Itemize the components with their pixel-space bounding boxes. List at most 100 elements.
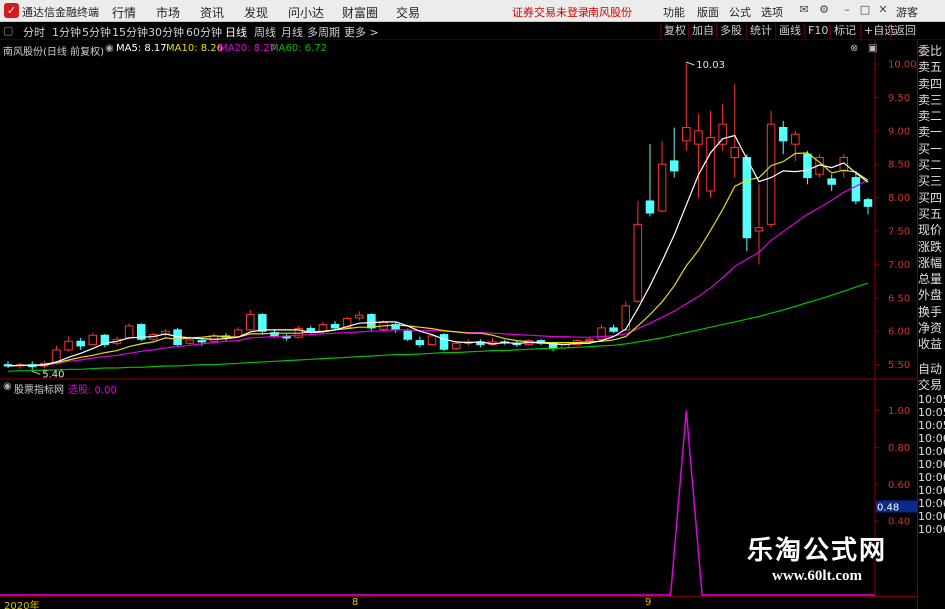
tick-time-2: 10:05	[918, 419, 945, 433]
toolbar-toggle-icon[interactable]: ▢	[3, 24, 13, 37]
period-daily[interactable]: 日线	[225, 24, 247, 40]
minimize-icon[interactable]: –	[840, 3, 854, 17]
period-weekly[interactable]: 周线	[254, 24, 276, 40]
btn-f10[interactable]: F10	[804, 23, 831, 39]
quote-field-10: 买五	[918, 206, 943, 221]
menu-gongshi[interactable]: 公式	[729, 4, 751, 20]
tick-time-7: 10:06	[918, 484, 945, 498]
candle-body	[451, 342, 461, 350]
candle-body	[657, 163, 667, 212]
menu-xuanxiang[interactable]: 选项	[761, 4, 783, 20]
guest-account[interactable]: 游客	[896, 4, 918, 20]
period-fenshi[interactable]: 分时	[23, 24, 45, 40]
period-monthly[interactable]: 月线	[281, 24, 303, 40]
y-tick-label: 5.50	[888, 360, 910, 371]
tick-time-5: 10:06	[918, 458, 945, 472]
candle-body	[585, 338, 594, 342]
btn-jiazi[interactable]: 加自	[688, 23, 717, 39]
mail-icon[interactable]: ✉	[797, 3, 811, 17]
trade-field-1: 交易	[918, 377, 943, 392]
menu-banmian[interactable]: 版面	[697, 4, 719, 20]
period-multi[interactable]: 多周期	[307, 24, 340, 40]
trade-field-0: 自动	[918, 361, 943, 376]
quote-field-3: 卖三	[918, 92, 943, 107]
legend-ma10: MA10: 8.26	[166, 43, 224, 54]
tick-time-6: 10:06	[918, 471, 945, 485]
menu-shichang[interactable]: 市场	[156, 4, 180, 21]
period-15min[interactable]: 15分钟	[112, 24, 148, 40]
sub-chart-title: 股票指标网	[14, 385, 64, 396]
app-title: 通达信金融终端	[22, 6, 99, 19]
candle-body	[791, 133, 800, 145]
trade-login-notice[interactable]: 证券交易未登录	[512, 4, 589, 20]
sub-current-value: 0.48	[877, 502, 899, 513]
btn-duogu[interactable]: 多股	[716, 23, 745, 39]
legend-settings-icon[interactable]: ◉	[105, 43, 114, 54]
chart-maximize-icon[interactable]: ▣	[868, 43, 877, 54]
menu-gongneng[interactable]: 功能	[663, 4, 685, 20]
sub-y-tick-label: 0.60	[888, 480, 910, 491]
chart-close-icon[interactable]: ⊗	[850, 43, 858, 54]
period-60min[interactable]: 60分钟	[186, 24, 222, 40]
btn-biaoji[interactable]: 标记	[830, 23, 859, 39]
tick-time-4: 10:06	[918, 445, 945, 459]
settings-icon[interactable]: ⚙	[817, 3, 831, 17]
date-axis: 2020年 8 9	[0, 596, 917, 609]
period-30min[interactable]: 30分钟	[148, 24, 184, 40]
candle-body	[330, 324, 340, 329]
menu-jiaoyi[interactable]: 交易	[396, 4, 420, 21]
quote-field-8: 买三	[918, 174, 943, 189]
btn-huaxian[interactable]: 画线	[775, 23, 804, 39]
period-5min[interactable]: 5分钟	[82, 24, 111, 40]
low-price-label: 5.40	[42, 369, 64, 380]
quote-field-16: 换手	[918, 304, 943, 319]
candle-body	[415, 340, 425, 346]
candle-body	[669, 160, 679, 172]
btn-fuquan[interactable]: 复权	[660, 23, 689, 39]
btn-fanhui[interactable]: 返回	[890, 23, 919, 39]
sub-y-tick-label: 1.00	[888, 406, 910, 417]
title-bar: ✓ 通达信金融终端 行情 市场 资讯 发现 问小达 财富圈 交易 证券交易未登录…	[0, 0, 945, 22]
candle-body	[778, 126, 788, 142]
legend-ma20: MA20: 8.27	[219, 43, 277, 54]
current-stock-name: 南风股份	[588, 6, 632, 19]
menu-zixun[interactable]: 资讯	[200, 4, 224, 21]
high-marker	[686, 61, 695, 66]
legend-ma60: MA60: 6.72	[270, 43, 328, 54]
high-price-label: 10.03	[696, 60, 725, 71]
candle-body	[403, 330, 412, 340]
y-tick-label: 9.50	[888, 93, 910, 104]
period-more[interactable]: 更多 >	[344, 24, 379, 40]
period-toolbar: ▢ 分时 1分钟 5分钟 15分钟 30分钟 60分钟 日线 周线 月线 多周期…	[0, 22, 945, 40]
candle-body	[645, 200, 655, 214]
chart-area[interactable]: 10.00 9.50 9.00 8.50 8.00 7.50 7.00 6.50 6.00 5.5…	[0, 40, 945, 609]
y-tick-label: 10.00	[888, 60, 917, 71]
legend-ma5: MA5: 8.17	[116, 43, 167, 54]
menu-faxian[interactable]: 发现	[244, 4, 268, 21]
close-icon[interactable]: ✕	[876, 3, 890, 17]
y-tick-label: 7.50	[888, 227, 910, 238]
period-1min[interactable]: 1分钟	[52, 24, 81, 40]
quote-field-17: 净资	[918, 321, 943, 336]
sub-y-tick-label: 0.80	[888, 443, 910, 454]
candle-body	[609, 327, 618, 332]
kline-chart[interactable]: 10.00 9.50 9.00 8.50 8.00 7.50 7.00 6.50 6.00 5.5…	[0, 40, 917, 609]
btn-tongji[interactable]: 统计	[746, 23, 775, 39]
maximize-icon[interactable]: □	[858, 3, 872, 17]
sub-legend-xuangu: 选股: 0.00	[68, 385, 117, 396]
menu-caifuquan[interactable]: 财富圈	[342, 4, 378, 21]
sub-settings-icon[interactable]: ◉	[3, 381, 12, 392]
candle-body	[367, 314, 376, 329]
candle-body	[185, 339, 194, 344]
candle-body	[621, 305, 631, 331]
quote-field-1: 卖五	[918, 60, 943, 75]
candle-body	[64, 340, 73, 351]
candle-body	[754, 227, 764, 232]
low-marker	[32, 370, 41, 375]
menu-wenxiaoda[interactable]: 问小达	[288, 4, 324, 21]
quote-field-4: 卖二	[918, 109, 943, 124]
candle-body	[694, 130, 703, 145]
quote-field-5: 卖一	[918, 125, 943, 140]
menu-hangqing[interactable]: 行情	[112, 4, 136, 21]
quote-field-2: 卖四	[918, 76, 943, 91]
